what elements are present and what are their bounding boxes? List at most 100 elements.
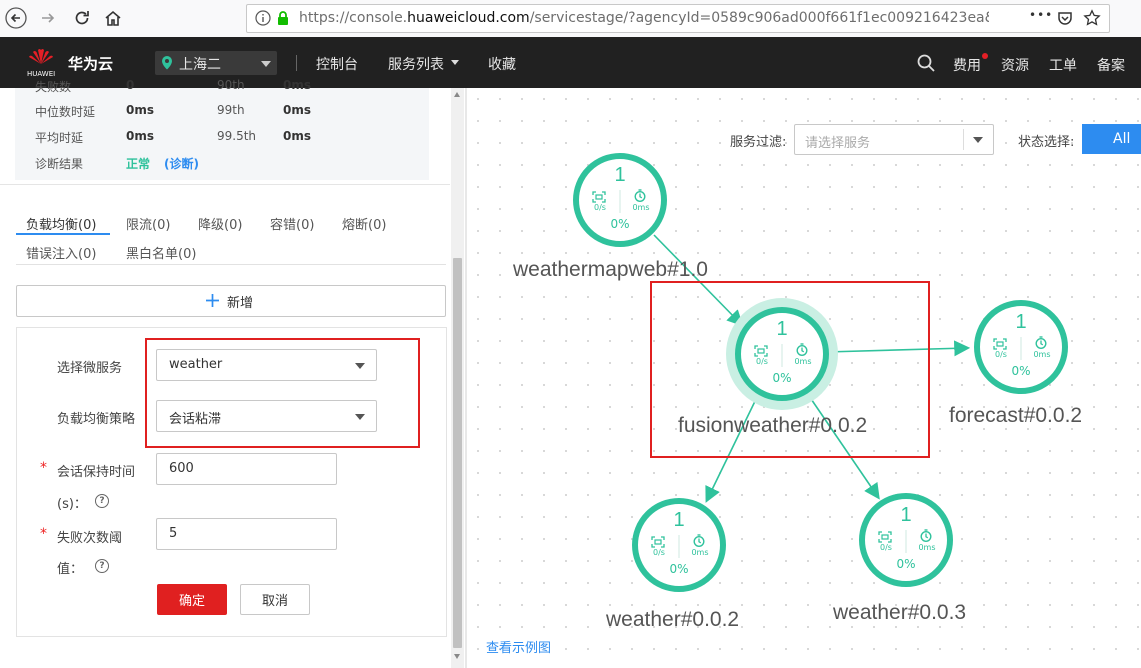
info-icon[interactable] — [255, 10, 271, 30]
url-text: https://console.huaweicloud.com/services… — [299, 10, 989, 26]
header-resources[interactable]: 资源 — [1001, 55, 1029, 75]
node-instance-count: 1 — [900, 504, 912, 526]
tab-circuit-breaker[interactable]: 熔断(0) — [342, 214, 386, 233]
node-error-pct: 0% — [1011, 364, 1031, 378]
service-node[interactable]: 1 0/s 0ms 0% — [849, 483, 963, 597]
scrollbar[interactable] — [451, 88, 464, 668]
node-instance-count: 1 — [776, 318, 788, 340]
service-node[interactable]: 1 0/s 0ms 0% — [622, 488, 736, 602]
metric-percentile-value: 0ms — [283, 129, 311, 143]
node-error-pct: 0% — [772, 371, 792, 385]
plus-icon — [205, 293, 220, 312]
latency-clock-icon — [1035, 334, 1047, 353]
session-time-label: 会话保持时间 — [57, 465, 136, 480]
session-time-input[interactable]: 600 — [156, 453, 337, 485]
throughput-icon — [878, 528, 892, 547]
service-node-circle — [726, 298, 838, 410]
diagnose-link[interactable]: (诊断) — [164, 155, 199, 172]
tab-rate-limit[interactable]: 限流(0) — [126, 214, 170, 233]
region-label: 上海二 — [179, 57, 221, 73]
tab-load-balance[interactable]: 负载均衡(0) — [26, 214, 96, 233]
reload-icon[interactable] — [70, 6, 94, 30]
page-actions-icon[interactable]: ••• — [1029, 8, 1053, 22]
forward-icon[interactable] — [36, 6, 60, 30]
service-node-label: forecast#0.0.2 — [949, 404, 1083, 427]
scroll-down-icon[interactable] — [454, 654, 460, 659]
metric-partial-label: 失败数 — [35, 80, 72, 94]
throughput-icon — [592, 188, 606, 207]
topology-canvas[interactable]: 服务过滤: 请选择服务 状态选择: All 1 0/s 0ms 0% weatherma… — [467, 88, 1141, 668]
service-node-label: fusionweather#0.0.2 — [678, 414, 868, 437]
add-rule-button[interactable]: 新增 — [16, 285, 446, 317]
service-select[interactable]: weather — [156, 349, 377, 381]
node-error-pct: 0% — [610, 217, 630, 231]
address-bar[interactable]: https://console.huaweicloud.com/services… — [246, 4, 1110, 33]
service-node-label: weather#0.0.2 — [606, 608, 740, 631]
node-instance-count: 1 — [673, 509, 685, 531]
home-icon[interactable] — [101, 6, 125, 30]
latency-clock-icon — [693, 532, 705, 551]
service-node-circle — [632, 498, 726, 592]
header-billing[interactable]: 费用 — [953, 55, 981, 75]
lock-icon — [276, 10, 290, 30]
bookmark-star-icon[interactable] — [1083, 9, 1101, 31]
service-node-label: weathermapweb#1.0 — [513, 258, 708, 281]
service-node[interactable]: 1 0/s 0ms 0% — [563, 143, 677, 257]
service-node[interactable]: 1 0/s 0ms 0% — [725, 297, 839, 411]
tab-fault-tolerance[interactable]: 容错(0) — [270, 214, 314, 233]
service-node-circle — [859, 493, 953, 587]
pocket-icon[interactable] — [1057, 10, 1073, 30]
node-instance-count: 1 — [614, 164, 626, 186]
header-tickets[interactable]: 工单 — [1049, 55, 1077, 75]
session-time-unit: (s)： — [57, 497, 87, 512]
service-node-circle — [974, 300, 1068, 394]
back-icon[interactable] — [4, 6, 28, 30]
tab-black-white-list[interactable]: 黑白名单(0) — [126, 243, 196, 262]
metric-label: 中位数时延 — [35, 105, 96, 119]
service-node-circle — [573, 153, 667, 247]
fail-threshold-value: 5 — [169, 526, 178, 541]
help-icon[interactable]: ? — [95, 494, 109, 508]
fail-threshold-label-cont: 值： — [57, 562, 84, 577]
cancel-button[interactable]: 取消 — [240, 584, 310, 615]
tab-fault-injection[interactable]: 错误注入(0) — [26, 243, 96, 262]
legend-example-link[interactable]: 查看示例图 — [486, 637, 551, 656]
throughput-icon — [993, 335, 1007, 354]
scroll-up-icon[interactable] — [454, 92, 460, 97]
nav-service-list[interactable]: 服务列表 — [388, 54, 444, 74]
node-error-pct: 0% — [896, 557, 916, 571]
nav-console[interactable]: 控制台 — [316, 54, 358, 74]
app-header: HUAWEI 华为云 上海二 控制台 服务列表 收藏 费用 资源 工单 备案 — [0, 37, 1141, 88]
location-pin-icon — [161, 55, 173, 74]
header-icp[interactable]: 备案 — [1097, 55, 1125, 75]
brand-small-text: HUAWEI — [27, 70, 56, 78]
notification-dot — [982, 53, 988, 59]
tab-degrade[interactable]: 降级(0) — [198, 214, 242, 233]
service-node[interactable]: 1 0/s 0ms 0% — [964, 290, 1078, 404]
nav-favorites[interactable]: 收藏 — [488, 54, 516, 74]
browser-toolbar: https://console.huaweicloud.com/services… — [0, 0, 1141, 38]
required-mark: * — [40, 460, 47, 476]
scrollbar-thumb[interactable] — [453, 258, 462, 648]
metric-percentile-label: 99.5th — [217, 129, 257, 143]
strategy-select[interactable]: 会话粘滞 — [156, 400, 377, 432]
brand-name[interactable]: 华为云 — [68, 53, 113, 74]
metric-partial-v2: 0ms — [283, 78, 311, 92]
diagnosis-status: 正常 — [126, 157, 151, 171]
fail-threshold-input[interactable]: 5 — [156, 518, 337, 550]
required-mark: * — [40, 526, 47, 542]
confirm-button[interactable]: 确定 — [157, 584, 227, 615]
diagnosis-label: 诊断结果 — [35, 157, 84, 171]
metric-percentile-label: 99th — [217, 103, 245, 117]
search-icon[interactable] — [917, 54, 935, 76]
latency-clock-icon — [920, 527, 932, 546]
strategy-select-value: 会话粘滞 — [169, 412, 222, 427]
chevron-down-icon — [355, 414, 365, 420]
node-error-pct: 0% — [669, 562, 689, 576]
region-selector[interactable]: 上海二 — [155, 51, 277, 75]
chevron-down-icon — [355, 363, 365, 369]
huawei-logo[interactable]: HUAWEI — [27, 47, 55, 78]
metric-value: 0ms — [126, 103, 154, 117]
help-icon[interactable]: ? — [95, 559, 109, 573]
section-divider — [0, 184, 450, 185]
